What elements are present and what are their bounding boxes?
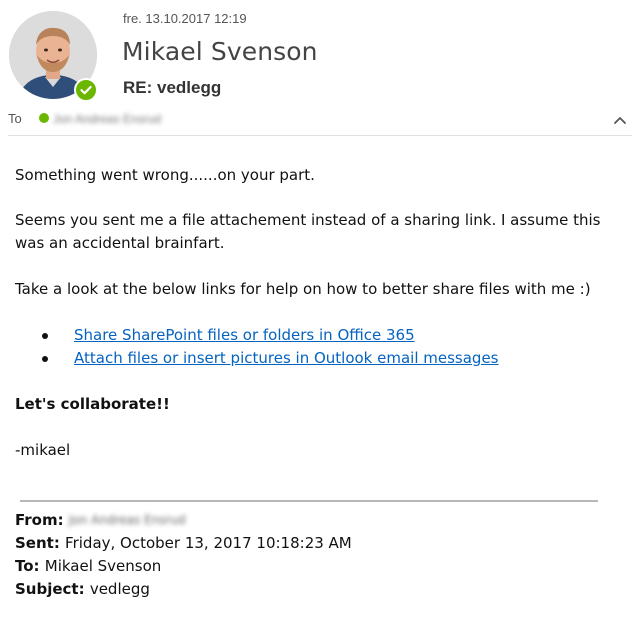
body-paragraph-1: Something went wrong......on your part. bbox=[15, 166, 315, 184]
list-item: Share SharePoint files or folders in Off… bbox=[15, 324, 499, 347]
quoted-sent-label: Sent: bbox=[15, 534, 66, 552]
to-label: To bbox=[8, 111, 22, 126]
header-divider bbox=[8, 135, 632, 136]
quoted-sent-value: Friday, October 13, 2017 10:18:23 AM bbox=[65, 534, 352, 552]
link-attach-files-outlook[interactable]: Attach files or insert pictures in Outlo… bbox=[74, 349, 499, 367]
recipients-row: To Jon Andreas Ensrud bbox=[8, 110, 632, 128]
body-paragraph-4: Let's collaborate!! bbox=[15, 395, 170, 413]
body-paragraph-2: Seems you sent me a file attachement ins… bbox=[15, 211, 601, 252]
quoted-header: From: Jon Andreas Ensrud Sent: Friday, O… bbox=[15, 509, 352, 601]
quoted-to-value: Mikael Svenson bbox=[44, 557, 162, 575]
signature: -mikael bbox=[15, 441, 71, 459]
message-subject: RE: vedlegg bbox=[123, 78, 222, 97]
quoted-subject-value: vedlegg bbox=[89, 580, 150, 598]
bullet-icon bbox=[42, 356, 48, 362]
recipient-name-blurred[interactable]: Jon Andreas Ensrud bbox=[53, 112, 178, 126]
link-share-sharepoint[interactable]: Share SharePoint files or folders in Off… bbox=[74, 326, 415, 344]
quoted-separator bbox=[20, 500, 598, 502]
body-paragraph-3: Take a look at the below links for help … bbox=[15, 280, 591, 298]
quoted-to-label: To: bbox=[15, 557, 45, 575]
chevron-up-icon[interactable] bbox=[610, 110, 630, 130]
sender-name[interactable]: Mikael Svenson bbox=[122, 37, 318, 66]
sender-avatar[interactable] bbox=[9, 11, 98, 102]
quoted-subject-label: Subject: bbox=[15, 580, 90, 598]
quoted-sent-row: Sent: Friday, October 13, 2017 10:18:23 … bbox=[15, 532, 352, 555]
bullet-icon bbox=[42, 333, 48, 339]
quoted-from-label: From: bbox=[15, 511, 69, 529]
recipient-presence-icon bbox=[39, 113, 49, 123]
presence-available-icon bbox=[74, 78, 98, 102]
help-links-list: Share SharePoint files or folders in Off… bbox=[15, 324, 499, 370]
message-header: fre. 13.10.2017 12:19 Mikael Svenson RE:… bbox=[0, 0, 640, 135]
list-item: Attach files or insert pictures in Outlo… bbox=[15, 347, 499, 370]
quoted-subject-row: Subject: vedlegg bbox=[15, 578, 352, 601]
received-date: fre. 13.10.2017 12:19 bbox=[123, 11, 247, 26]
quoted-from-row: From: Jon Andreas Ensrud bbox=[15, 509, 352, 532]
quoted-from-value-blurred: Jon Andreas Ensrud bbox=[68, 513, 186, 527]
quoted-to-row: To: Mikael Svenson bbox=[15, 555, 352, 578]
